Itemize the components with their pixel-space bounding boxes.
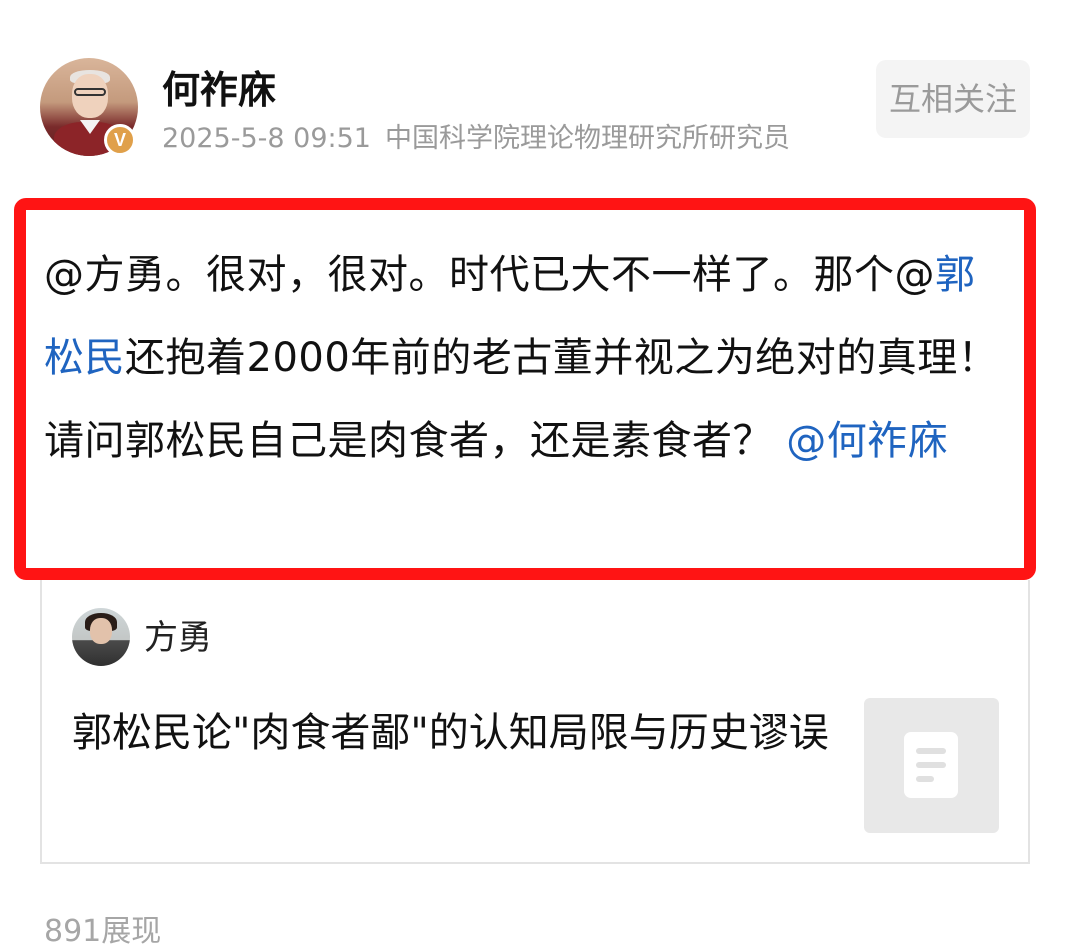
quoted-article-title[interactable]: 郭松民论"肉食者鄙"的认知局限与历史谬误 <box>72 700 832 766</box>
author-name[interactable]: 何祚庥 <box>162 66 276 114</box>
post-text-part-1: @方勇。很对，很对。时代已大不一样了。那个@ <box>44 252 935 298</box>
quoted-author-name[interactable]: 方勇 <box>144 616 212 660</box>
post-meta: 2025-5-8 09:51 中国科学院理论物理研究所研究员 <box>162 122 790 156</box>
author-title: 中国科学院理论物理研究所研究员 <box>384 123 790 154</box>
document-icon <box>904 732 958 798</box>
mutual-follow-button[interactable]: 互相关注 <box>876 60 1030 138</box>
post-body: @方勇。很对，很对。时代已大不一样了。那个@郭松民还抱着2000年前的老古董并视… <box>44 234 1014 483</box>
view-count: 891展现 <box>44 914 162 948</box>
mention-link-he[interactable]: @何祚庥 <box>786 418 948 464</box>
weibo-post-page: V 何祚庥 2025-5-8 09:51 中国科学院理论物理研究所研究员 互相关注… <box>0 0 1076 948</box>
verified-badge-icon: V <box>104 124 136 156</box>
article-thumbnail[interactable] <box>864 698 999 833</box>
quoted-author-avatar[interactable] <box>72 608 130 666</box>
post-time: 2025-5-8 09:51 <box>162 123 371 154</box>
